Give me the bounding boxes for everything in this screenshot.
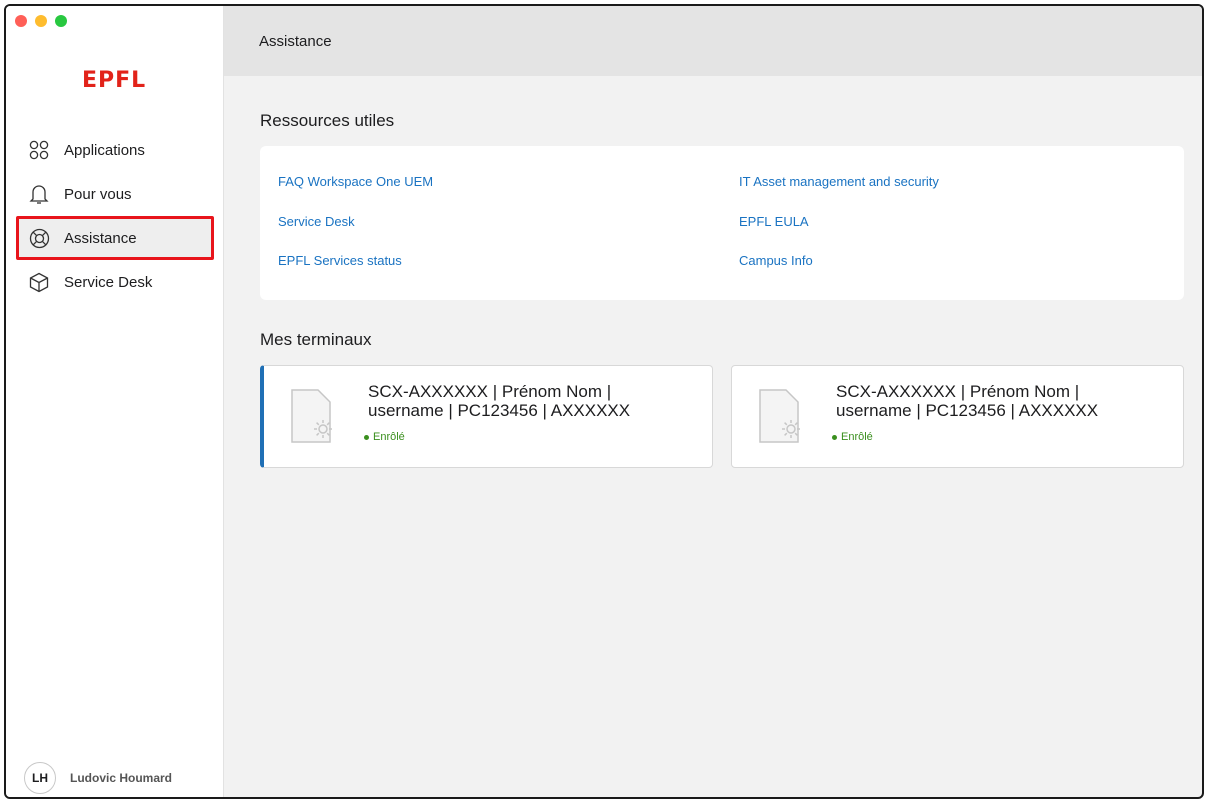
sidebar-item-label: Assistance [64, 229, 137, 247]
resources-panel: FAQ Workspace One UEM IT Asset managemen… [260, 146, 1184, 300]
app-window: EPFL Applications Pour vous Assistance S… [4, 4, 1204, 799]
apps-grid-icon [28, 139, 50, 161]
sidebar-item-assistance[interactable]: Assistance [16, 216, 214, 260]
sidebar-item-pour-vous[interactable]: Pour vous [16, 172, 214, 216]
device-settings-icon [288, 388, 334, 444]
device-name-line-2: username | PC123456 | AXXXXXX [368, 401, 631, 420]
sidebar-nav: Applications Pour vous Assistance Servic… [16, 128, 214, 304]
lifebuoy-icon [28, 227, 50, 249]
device-settings-icon [756, 388, 802, 444]
status-badge: Enrôlé [364, 431, 405, 443]
device-name-line-1: SCX-AXXXXXX | Prénom Nom | [368, 382, 612, 401]
link-it-asset-management[interactable]: IT Asset management and security [739, 174, 939, 189]
bell-icon [28, 183, 50, 205]
resources-title: Ressources utiles [260, 111, 395, 130]
status-label: Enrôlé [373, 431, 405, 443]
sidebar-item-service-desk[interactable]: Service Desk [16, 260, 214, 304]
user-name: Ludovic Houmard [70, 771, 173, 785]
device-card[interactable]: SCX-AXXXXXX | Prénom Nom | username | PC… [731, 365, 1184, 468]
avatar: LH [24, 762, 56, 794]
epfl-logo: EPFL [82, 68, 147, 93]
zoom-window-button[interactable] [55, 15, 67, 27]
sidebar-item-label: Pour vous [64, 185, 132, 203]
link-epfl-services-status[interactable]: EPFL Services status [278, 253, 402, 268]
page-title: Assistance [259, 32, 332, 50]
device-name: SCX-AXXXXXX | Prénom Nom | username | PC… [836, 382, 1136, 420]
status-dot-icon [364, 434, 369, 440]
status-dot-icon [832, 434, 837, 440]
page-header: Assistance [224, 6, 1202, 76]
sidebar: EPFL Applications Pour vous Assistance S… [6, 6, 224, 797]
minimize-window-button[interactable] [35, 15, 47, 27]
devices-title: Mes terminaux [260, 330, 372, 349]
status-badge: Enrôlé [832, 431, 873, 443]
sidebar-item-label: Service Desk [64, 273, 153, 291]
close-window-button[interactable] [15, 15, 27, 27]
window-controls [15, 15, 67, 27]
device-name-line-1: SCX-AXXXXXX | Prénom Nom | [836, 382, 1080, 401]
link-faq-workspace-one[interactable]: FAQ Workspace One UEM [278, 174, 433, 189]
link-epfl-eula[interactable]: EPFL EULA [739, 214, 809, 229]
link-service-desk[interactable]: Service Desk [278, 214, 355, 229]
device-name: SCX-AXXXXXX | Prénom Nom | username | PC… [368, 382, 668, 420]
device-name-line-2: username | PC123456 | AXXXXXX [836, 401, 1099, 420]
box-icon [28, 271, 50, 293]
device-card[interactable]: SCX-AXXXXXX | Prénom Nom | username | PC… [260, 365, 713, 468]
main-content: Assistance Ressources utiles FAQ Workspa… [224, 6, 1202, 797]
sidebar-item-label: Applications [64, 141, 145, 159]
status-label: Enrôlé [841, 431, 873, 443]
link-campus-info[interactable]: Campus Info [739, 253, 813, 268]
sidebar-item-applications[interactable]: Applications [16, 128, 214, 172]
user-profile[interactable]: LH Ludovic Houmard [24, 762, 172, 794]
